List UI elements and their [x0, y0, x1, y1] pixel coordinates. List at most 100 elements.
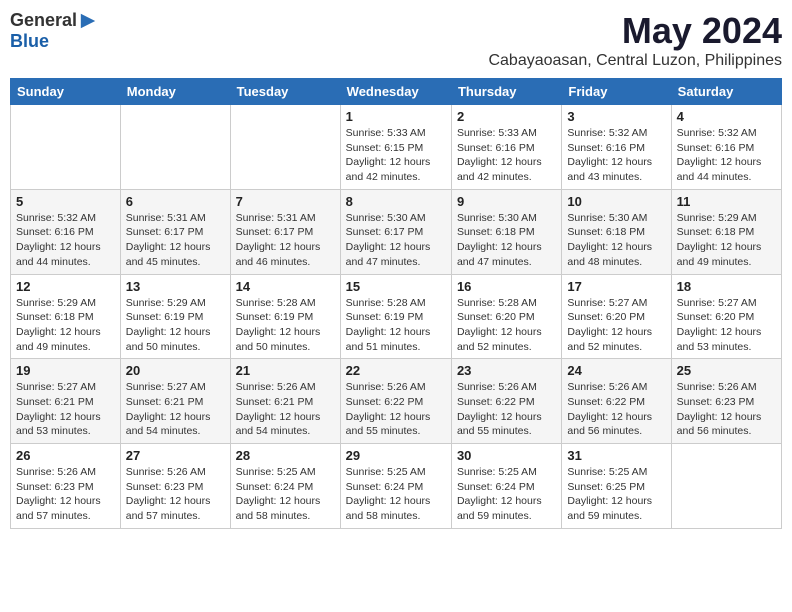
calendar-cell: 12 Sunrise: 5:29 AMSunset: 6:18 PMDayligh… — [11, 274, 121, 359]
calendar-week-row: 5 Sunrise: 5:32 AMSunset: 6:16 PMDaylight… — [11, 189, 782, 274]
calendar-cell: 29 Sunrise: 5:25 AMSunset: 6:24 PMDayligh… — [340, 444, 451, 529]
day-info: Sunrise: 5:28 AMSunset: 6:20 PMDaylight:… — [457, 296, 556, 355]
logo-general-text: General — [10, 10, 77, 31]
day-number: 25 — [677, 363, 776, 378]
day-info: Sunrise: 5:32 AMSunset: 6:16 PMDaylight:… — [16, 211, 115, 270]
day-number: 1 — [346, 109, 446, 124]
logo-blue-text: Blue — [10, 31, 49, 52]
day-number: 14 — [236, 279, 335, 294]
weekday-header-wednesday: Wednesday — [340, 79, 451, 105]
day-info: Sunrise: 5:29 AMSunset: 6:18 PMDaylight:… — [16, 296, 115, 355]
weekday-header-saturday: Saturday — [671, 79, 781, 105]
weekday-header-friday: Friday — [562, 79, 671, 105]
day-number: 2 — [457, 109, 556, 124]
day-info: Sunrise: 5:27 AMSunset: 6:20 PMDaylight:… — [567, 296, 665, 355]
calendar-cell: 21Sunrise: 5:26 AMSunset: 6:21 PMDayligh… — [230, 359, 340, 444]
calendar-table: SundayMondayTuesdayWednesdayThursdayFrid… — [10, 78, 782, 529]
day-number: 26 — [16, 448, 115, 463]
calendar-cell: 3Sunrise: 5:32 AMSunset: 6:16 PMDaylight… — [562, 105, 671, 190]
day-info: Sunrise: 5:30 AMSunset: 6:18 PMDaylight:… — [457, 211, 556, 270]
day-number: 19 — [16, 363, 115, 378]
calendar-week-row: 26 Sunrise: 5:26 AMSunset: 6:23 PMDayligh… — [11, 444, 782, 529]
calendar-cell — [11, 105, 121, 190]
day-info: Sunrise: 5:25 AMSunset: 6:25 PMDaylight:… — [567, 465, 665, 524]
weekday-header-sunday: Sunday — [11, 79, 121, 105]
calendar-cell: 13 Sunrise: 5:29 AMSunset: 6:19 PMDayligh… — [120, 274, 230, 359]
calendar-cell: 9 Sunrise: 5:30 AMSunset: 6:18 PMDaylight… — [451, 189, 561, 274]
logo-flag-icon — [79, 12, 97, 30]
calendar-cell: 1 Sunrise: 5:33 AMSunset: 6:15 PMDaylight… — [340, 105, 451, 190]
calendar-cell: 20 Sunrise: 5:27 AMSunset: 6:21 PMDayligh… — [120, 359, 230, 444]
day-number: 29 — [346, 448, 446, 463]
day-number: 7 — [236, 194, 335, 209]
day-number: 27 — [126, 448, 225, 463]
day-info: Sunrise: 5:30 AMSunset: 6:17 PMDaylight:… — [346, 211, 446, 270]
calendar-cell: 22 Sunrise: 5:26 AMSunset: 6:22 PMDayligh… — [340, 359, 451, 444]
weekday-header-monday: Monday — [120, 79, 230, 105]
day-info: Sunrise: 5:28 AMSunset: 6:19 PMDaylight:… — [346, 296, 446, 355]
day-number: 16 — [457, 279, 556, 294]
calendar-cell: 18Sunrise: 5:27 AMSunset: 6:20 PMDayligh… — [671, 274, 781, 359]
day-info: Sunrise: 5:25 AMSunset: 6:24 PMDaylight:… — [346, 465, 446, 524]
day-info: Sunrise: 5:32 AMSunset: 6:16 PMDaylight:… — [567, 126, 665, 185]
calendar-cell: 6 Sunrise: 5:31 AMSunset: 6:17 PMDaylight… — [120, 189, 230, 274]
calendar-cell: 10 Sunrise: 5:30 AMSunset: 6:18 PMDayligh… — [562, 189, 671, 274]
weekday-header-thursday: Thursday — [451, 79, 561, 105]
calendar-cell — [671, 444, 781, 529]
calendar-cell: 14Sunrise: 5:28 AMSunset: 6:19 PMDayligh… — [230, 274, 340, 359]
day-info: Sunrise: 5:25 AMSunset: 6:24 PMDaylight:… — [457, 465, 556, 524]
day-info: Sunrise: 5:26 AMSunset: 6:22 PMDaylight:… — [457, 380, 556, 439]
logo: General Blue — [10, 10, 97, 52]
day-number: 6 — [126, 194, 225, 209]
day-info: Sunrise: 5:27 AMSunset: 6:21 PMDaylight:… — [126, 380, 225, 439]
calendar-cell — [230, 105, 340, 190]
calendar-week-row: 1 Sunrise: 5:33 AMSunset: 6:15 PMDaylight… — [11, 105, 782, 190]
calendar-cell: 4 Sunrise: 5:32 AMSunset: 6:16 PMDaylight… — [671, 105, 781, 190]
day-number: 22 — [346, 363, 446, 378]
calendar-cell: 17Sunrise: 5:27 AMSunset: 6:20 PMDayligh… — [562, 274, 671, 359]
calendar-cell: 31Sunrise: 5:25 AMSunset: 6:25 PMDayligh… — [562, 444, 671, 529]
calendar-cell: 23 Sunrise: 5:26 AMSunset: 6:22 PMDayligh… — [451, 359, 561, 444]
day-info: Sunrise: 5:30 AMSunset: 6:18 PMDaylight:… — [567, 211, 665, 270]
day-number: 24 — [567, 363, 665, 378]
day-info: Sunrise: 5:32 AMSunset: 6:16 PMDaylight:… — [677, 126, 776, 185]
day-number: 11 — [677, 194, 776, 209]
day-info: Sunrise: 5:29 AMSunset: 6:19 PMDaylight:… — [126, 296, 225, 355]
day-number: 13 — [126, 279, 225, 294]
day-info: Sunrise: 5:33 AMSunset: 6:15 PMDaylight:… — [346, 126, 446, 185]
day-number: 12 — [16, 279, 115, 294]
calendar-cell: 25Sunrise: 5:26 AMSunset: 6:23 PMDayligh… — [671, 359, 781, 444]
day-number: 21 — [236, 363, 335, 378]
calendar-cell: 5 Sunrise: 5:32 AMSunset: 6:16 PMDaylight… — [11, 189, 121, 274]
day-number: 4 — [677, 109, 776, 124]
day-info: Sunrise: 5:26 AMSunset: 6:22 PMDaylight:… — [346, 380, 446, 439]
calendar-week-row: 19 Sunrise: 5:27 AMSunset: 6:21 PMDayligh… — [11, 359, 782, 444]
day-info: Sunrise: 5:27 AMSunset: 6:21 PMDaylight:… — [16, 380, 115, 439]
day-number: 8 — [346, 194, 446, 209]
month-title: May 2024 — [488, 10, 782, 52]
calendar-cell: 27 Sunrise: 5:26 AMSunset: 6:23 PMDayligh… — [120, 444, 230, 529]
calendar-cell: 7 Sunrise: 5:31 AMSunset: 6:17 PMDaylight… — [230, 189, 340, 274]
calendar-cell: 30 Sunrise: 5:25 AMSunset: 6:24 PMDayligh… — [451, 444, 561, 529]
day-number: 23 — [457, 363, 556, 378]
day-number: 15 — [346, 279, 446, 294]
day-info: Sunrise: 5:31 AMSunset: 6:17 PMDaylight:… — [236, 211, 335, 270]
day-number: 5 — [16, 194, 115, 209]
calendar-week-row: 12 Sunrise: 5:29 AMSunset: 6:18 PMDayligh… — [11, 274, 782, 359]
calendar-cell — [120, 105, 230, 190]
day-info: Sunrise: 5:29 AMSunset: 6:18 PMDaylight:… — [677, 211, 776, 270]
day-number: 28 — [236, 448, 335, 463]
day-number: 10 — [567, 194, 665, 209]
calendar-cell: 19 Sunrise: 5:27 AMSunset: 6:21 PMDayligh… — [11, 359, 121, 444]
day-info: Sunrise: 5:26 AMSunset: 6:23 PMDaylight:… — [126, 465, 225, 524]
day-number: 30 — [457, 448, 556, 463]
title-block: May 2024 Cabayaoasan, Central Luzon, Phi… — [488, 10, 782, 70]
day-number: 20 — [126, 363, 225, 378]
page-header: General Blue May 2024 Cabayaoasan, Centr… — [10, 10, 782, 70]
day-info: Sunrise: 5:26 AMSunset: 6:23 PMDaylight:… — [16, 465, 115, 524]
location-title: Cabayaoasan, Central Luzon, Philippines — [488, 52, 782, 70]
day-number: 9 — [457, 194, 556, 209]
day-info: Sunrise: 5:31 AMSunset: 6:17 PMDaylight:… — [126, 211, 225, 270]
day-info: Sunrise: 5:25 AMSunset: 6:24 PMDaylight:… — [236, 465, 335, 524]
calendar-cell: 2Sunrise: 5:33 AMSunset: 6:16 PMDaylight… — [451, 105, 561, 190]
